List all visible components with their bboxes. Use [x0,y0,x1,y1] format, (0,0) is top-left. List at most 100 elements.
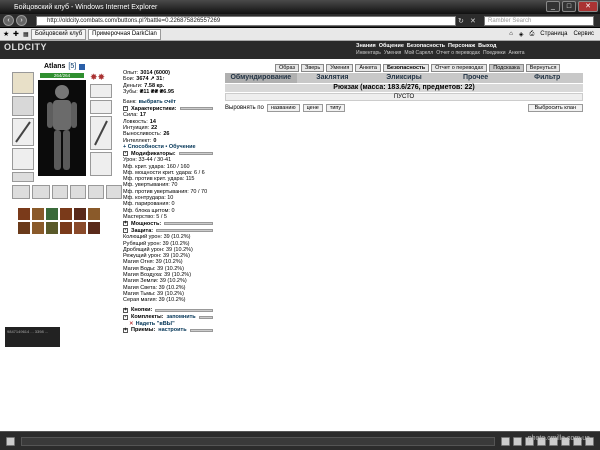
submenu-inventory[interactable]: Инвентарь [356,50,381,56]
chat-input[interactable] [21,436,495,446]
spell-icon[interactable] [46,222,58,234]
info-icon[interactable] [79,63,86,70]
page-menu[interactable]: Страница [540,31,567,37]
submenu-battles[interactable]: Поединки [483,50,506,56]
tools-menu[interactable]: Сервис [573,31,594,37]
menu-communication[interactable]: Общение [379,43,404,49]
spell-icon[interactable] [88,222,100,234]
refresh-icon[interactable]: ↻ [458,17,464,25]
boots-slot[interactable] [90,152,112,176]
tricks-header[interactable]: + Приемы: настроить [123,327,213,334]
spell-icon[interactable] [32,208,44,220]
skills-button[interactable]: Умения [326,64,354,72]
submenu-transfers[interactable]: Отчет о переводах [436,50,480,56]
appearance-button[interactable]: Образ [275,64,300,72]
profile-button[interactable]: Анкета [355,64,381,72]
spell-icon[interactable] [60,222,72,234]
tab-spells[interactable]: Заклятия [297,73,369,83]
power-header[interactable]: + Мощность: [123,220,213,227]
ring-slot[interactable] [32,185,50,199]
transfers-button[interactable]: Отчет о переводах [431,64,488,72]
submenu-profile[interactable]: Анкета [509,50,525,56]
expand-icon[interactable]: + [123,221,128,227]
tab-equipment[interactable]: Обмундирование [225,73,297,83]
menu-icon[interactable] [6,436,15,446]
hint-button[interactable]: Подсказка [489,64,524,72]
spell-icon[interactable] [32,222,44,234]
spell-icon[interactable] [74,222,86,234]
tab-fightclub[interactable]: Бойцовский клуб [31,29,87,40]
sort-by-name-button[interactable]: названию [266,103,300,112]
chat-icon[interactable] [501,436,510,446]
weapon-left-slot[interactable] [12,118,34,146]
minimize-button[interactable]: _ [546,1,560,12]
collapse-icon[interactable]: - [123,151,128,157]
armor-slot[interactable] [12,148,34,170]
tab-list-icon[interactable]: ▦ [23,31,31,38]
add-favorite-icon[interactable]: ✚ [13,30,23,38]
home-icon[interactable]: ⌂ [509,31,513,37]
buttons-header[interactable]: + Кнопки: [123,307,213,314]
ring-slot[interactable] [52,185,68,199]
back-icon[interactable]: ‹ [3,15,14,26]
return-button[interactable]: Вернуться [525,64,561,72]
submenu-sarell[interactable]: Мой Сарелл [404,50,433,56]
drop-clan-button[interactable]: Выбросить клан [527,103,583,112]
modifiers-header[interactable]: - Модификаторы: [123,150,213,157]
earrings-slot[interactable] [90,84,112,98]
expand-icon[interactable]: + [123,307,128,313]
menu-exit[interactable]: Выход [478,43,496,49]
tab-darkclan[interactable]: Примерочная DarkClan [88,29,161,40]
pet-button[interactable]: Зверь [301,64,325,72]
feeds-icon[interactable]: ◈ [519,31,524,38]
stop-icon[interactable]: ✕ [470,17,476,25]
spell-icon[interactable] [88,208,100,220]
necklace-slot[interactable] [12,96,34,116]
menu-security[interactable]: Безопасность [407,43,445,49]
spell-icon[interactable] [18,222,30,234]
print-icon[interactable]: ⎙ [529,31,534,38]
sort-by-type-button[interactable]: типу [325,103,346,112]
security-button[interactable]: Безопасность [382,64,430,72]
sort-by-price-button[interactable]: цене [302,103,323,112]
tricks-setup-link[interactable]: настроить [158,327,186,333]
spell-icon[interactable] [46,208,58,220]
sets-header[interactable]: - Комплекты: запомнить [123,314,213,321]
expand-icon[interactable]: + [123,327,128,333]
collapse-icon[interactable]: - [123,228,128,234]
rune-icon[interactable]: ✸✸ [90,72,112,82]
ring-slot[interactable] [106,185,122,199]
maximize-button[interactable]: □ [562,1,576,12]
tab-filter[interactable]: Фильтр [511,73,583,83]
backpack-empty: ПУСТО [225,93,583,101]
tab-elixirs[interactable]: Эликсиры [368,73,440,83]
ring-slot[interactable] [70,185,86,199]
collapse-icon[interactable]: - [123,106,128,112]
set-item-link[interactable]: Надеть "вВЫ" [136,321,175,327]
spell-icon[interactable] [60,208,72,220]
menu-knowledge[interactable]: Знания [356,43,376,49]
url-input[interactable]: http://oldcity.combats.com/buttons.pl?ba… [36,16,456,26]
submenu-skills[interactable]: Умения [384,50,401,56]
character-name[interactable]: Atlans [44,63,65,70]
belt-slot[interactable] [12,172,34,182]
spell-icon[interactable] [74,208,86,220]
ring-slot[interactable] [88,185,104,199]
sets-remember-link[interactable]: запомнить [167,314,196,320]
ring-slot[interactable] [12,185,30,199]
menu-character[interactable]: Персонаж [448,43,475,49]
gloves-slot[interactable] [90,100,112,114]
favorites-star-icon[interactable]: ★ [3,30,13,38]
characteristics-header[interactable]: - Характеристики: [123,105,213,112]
helmet-slot[interactable] [12,72,34,94]
collapse-icon[interactable]: - [123,314,128,320]
weapon-right-slot[interactable] [90,116,112,150]
tab-other[interactable]: Прочее [440,73,512,83]
mail-icon[interactable] [513,436,522,446]
spell-icon[interactable] [18,208,30,220]
close-button[interactable]: ✕ [578,1,598,12]
delete-icon[interactable]: ✕ [129,321,134,327]
bank-link[interactable]: выбрать счёт [139,99,176,105]
forward-icon[interactable]: › [16,15,27,26]
search-input[interactable]: Rambler Search [484,16,594,26]
